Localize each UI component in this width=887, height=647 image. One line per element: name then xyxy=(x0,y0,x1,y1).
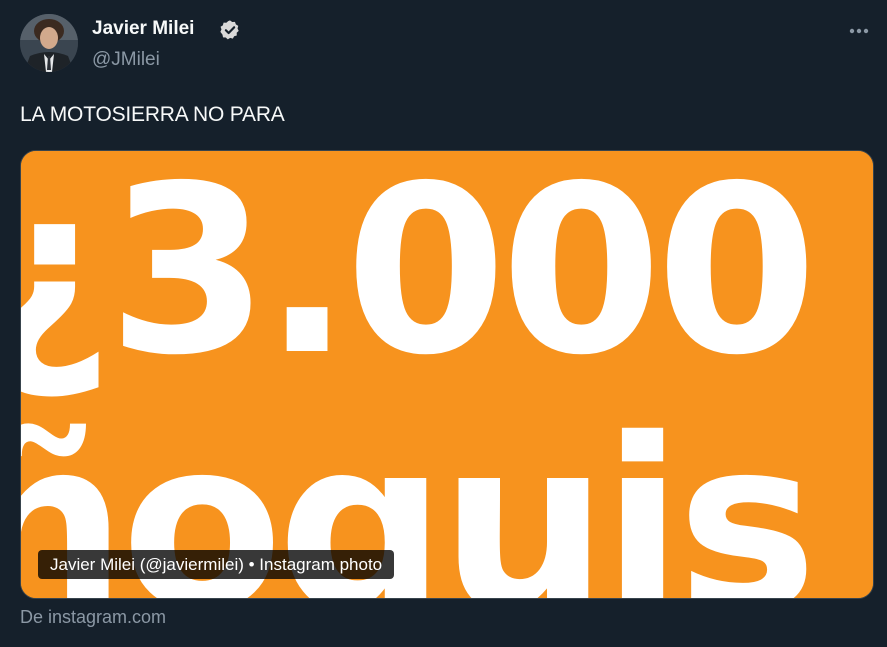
avatar-image xyxy=(20,14,78,72)
media-graphic: ¿3.000 ñoquis xyxy=(21,151,873,598)
avatar[interactable] xyxy=(20,14,78,72)
media-caption: Javier Milei (@javiermilei) • Instagram … xyxy=(38,550,395,579)
media-headline-line1: ¿3.000 xyxy=(21,151,811,406)
tweet-text: LA MOTOSIERRA NO PARA xyxy=(20,103,285,126)
more-options-icon[interactable] xyxy=(842,18,876,44)
tweet-card: Javier Milei @JMilei LA MOTOSIERRA NO PA… xyxy=(0,0,887,647)
author-handle[interactable]: @JMilei xyxy=(92,47,160,73)
media-image[interactable]: ¿3.000 ñoquis xyxy=(20,150,874,599)
link-source[interactable]: De instagram.com xyxy=(20,605,166,629)
author-display-name[interactable]: Javier Milei xyxy=(92,16,194,42)
verified-badge-icon xyxy=(219,19,241,41)
